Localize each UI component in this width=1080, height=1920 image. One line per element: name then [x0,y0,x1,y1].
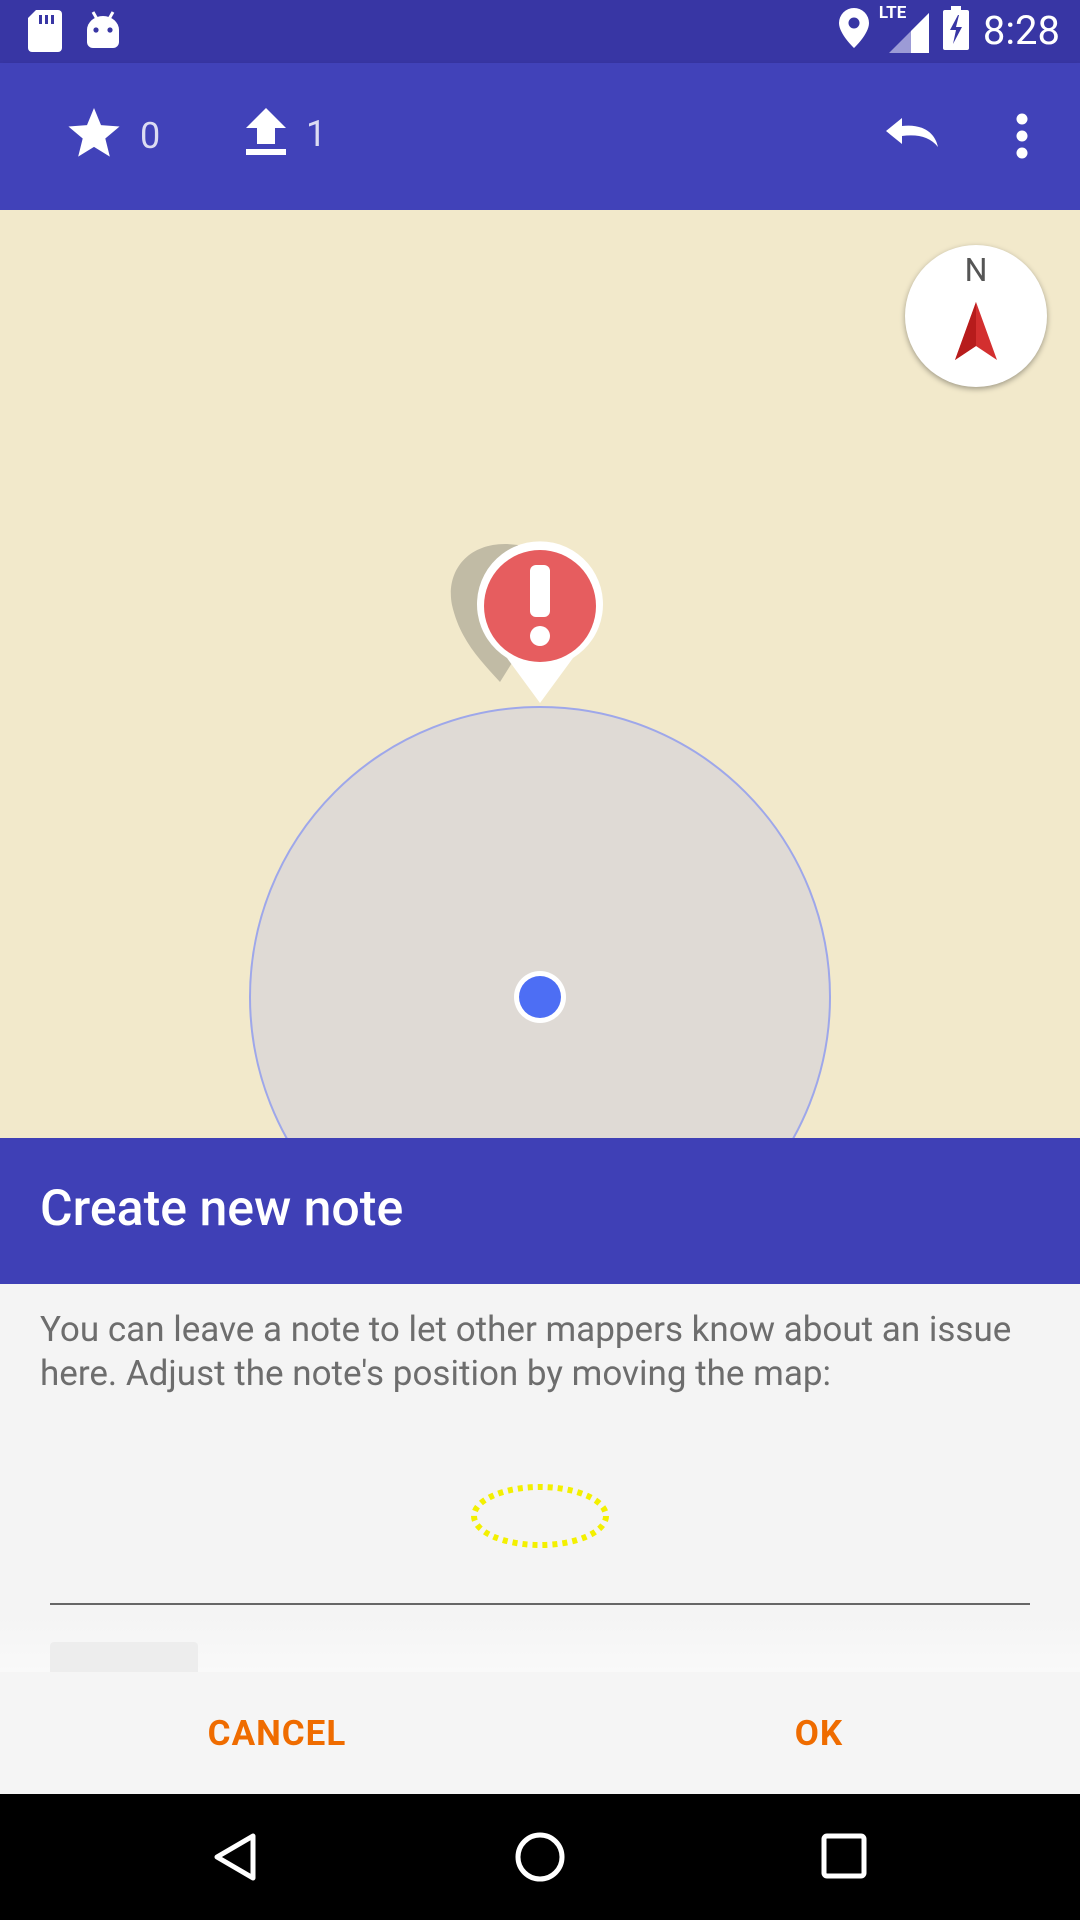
home-icon[interactable] [514,1831,566,1887]
note-marker-icon [450,541,604,703]
battery-charging-icon [942,6,969,54]
dialog-body: You can leave a note to let other mapper… [0,1284,1080,1672]
compass-north-label: N [964,251,988,289]
status-bar: LTE 8:28 [0,0,1080,63]
ok-button[interactable]: OK [669,1672,969,1794]
status-time: 8:28 [982,6,1060,54]
back-icon[interactable] [212,1832,258,1886]
upload-count: 1 [306,113,327,155]
upload-icon [244,108,288,160]
compass-button[interactable]: N [905,245,1047,387]
star-icon [66,108,122,164]
dialog-message: You can leave a note to let other mapper… [40,1309,1012,1394]
dialog-actions: CANCEL OK [0,1672,1080,1794]
undo-icon[interactable] [882,115,940,155]
app-bar: 0 1 [0,63,1080,210]
dialog-header: Create new note [0,1138,1080,1284]
sd-card-icon [28,10,62,56]
scroll-indicator [50,1642,198,1672]
accuracy-circle [249,706,831,1138]
recents-icon[interactable] [821,1833,867,1883]
navigation-bar [0,1794,1080,1920]
starred-count: 0 [140,115,161,157]
compass-needle-icon [955,302,997,360]
upload-button[interactable]: 1 [244,108,326,160]
cancel-button[interactable]: CANCEL [127,1672,427,1794]
android-icon [84,10,122,56]
network-type-label: LTE [878,3,907,23]
dialog-title: Create new note [40,1180,404,1238]
location-icon [838,8,869,52]
starred-button[interactable]: 0 [66,108,160,164]
note-text-input[interactable] [50,1534,1030,1598]
note-input-underline [50,1603,1030,1605]
more-vert-icon[interactable] [1010,113,1034,163]
signal-icon: LTE [879,3,929,53]
